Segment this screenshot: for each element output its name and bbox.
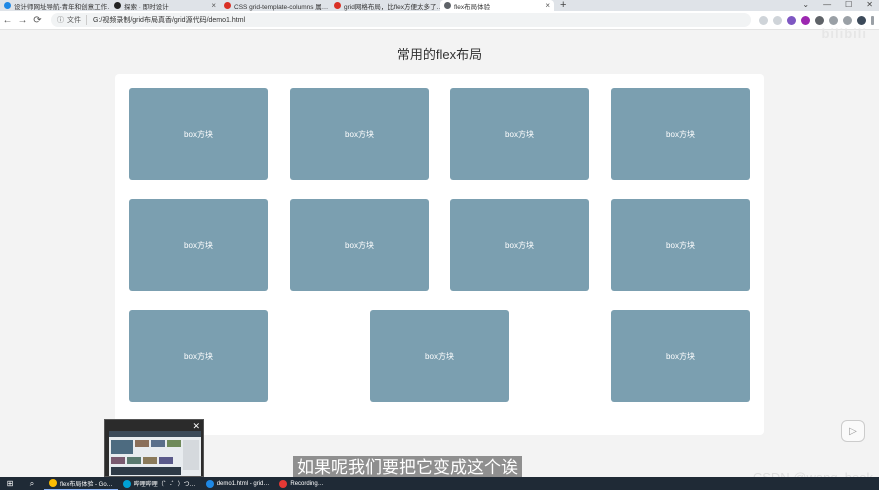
box: box方块 — [290, 199, 429, 291]
windows-start-icon[interactable]: ⊞ — [0, 479, 20, 488]
taskbar-item-label: 哔哩哔哩（゜-゜）つ… — [133, 482, 196, 488]
url-text[interactable]: G:/视频录制/grid布局真香/grid源代码/demo1.html — [93, 15, 245, 25]
maximize-icon[interactable]: ☐ — [845, 0, 852, 9]
close-icon[interactable]: × — [541, 1, 550, 10]
tab-title: flex布局体验 — [454, 3, 491, 11]
tab-title: 探索 · 即时设计 — [124, 3, 169, 11]
preview-thumbnail — [109, 431, 201, 476]
taskbar-item-recording[interactable]: Recording… — [274, 477, 328, 490]
taskbar-item-chrome[interactable]: flex布局体验 - Go… — [44, 477, 118, 490]
globe-icon — [444, 2, 451, 9]
tab-2[interactable]: 探索 · 即时设计 × — [110, 0, 220, 11]
taskbar-item-vscode[interactable]: demo1.html - grid… — [201, 477, 275, 490]
security-label: 文件 — [67, 15, 87, 25]
close-window-icon[interactable]: ✕ — [866, 0, 873, 9]
extension-icon[interactable] — [801, 15, 810, 25]
share-icon[interactable] — [759, 15, 768, 25]
tab-1[interactable]: 设计师网址导航-青年和创意工作… × — [0, 0, 110, 11]
box: box方块 — [129, 310, 268, 402]
record-icon — [279, 479, 288, 488]
box: box方块 — [611, 199, 750, 291]
new-tab-button[interactable]: + — [554, 0, 572, 11]
site-favicon-icon — [114, 2, 121, 9]
forward-arrow-icon[interactable]: → — [15, 15, 30, 26]
extension-icon[interactable] — [815, 15, 824, 25]
box: box方块 — [611, 310, 750, 402]
taskbar-item-bilibili[interactable]: 哔哩哔哩（゜-゜）つ… — [118, 477, 201, 490]
tab-title: CSS grid-template-columns 属… — [234, 3, 329, 11]
page-content: 常用的flex布局 box方块 box方块 box方块 box方块 box方块 … — [0, 30, 879, 477]
reload-icon[interactable]: ⟳ — [30, 15, 45, 26]
avatar[interactable] — [857, 15, 866, 25]
site-favicon-icon — [334, 2, 341, 9]
close-icon[interactable]: × — [207, 1, 216, 10]
bilibili-watermark: bilibili — [821, 26, 867, 41]
tab-4[interactable]: grid网格布局，比flex方便太多了… × — [330, 0, 440, 11]
tab-3[interactable]: CSS grid-template-columns 属… × — [220, 0, 330, 11]
star-icon[interactable] — [773, 15, 782, 25]
box: box方块 — [450, 88, 589, 180]
extensions — [759, 15, 874, 25]
play-icon[interactable]: ▷ — [841, 420, 865, 442]
chevron-down-icon[interactable]: ⌄ — [802, 0, 809, 9]
search-icon[interactable]: ⌕ — [20, 479, 44, 489]
box: box方块 — [370, 310, 509, 402]
puzzle-icon[interactable] — [829, 15, 838, 25]
taskbar: ⊞ ⌕ flex布局体验 - Go… 哔哩哔哩（゜-゜）つ… demo1.htm… — [0, 477, 879, 490]
page-title: 常用的flex布局 — [396, 47, 483, 62]
box: box方块 — [129, 88, 268, 180]
extension-icon[interactable] — [787, 15, 796, 25]
chrome-icon — [49, 479, 57, 487]
vscode-icon — [205, 479, 214, 488]
taskbar-item-label: demo1.html - grid… — [216, 480, 270, 487]
minimize-icon[interactable]: — — [823, 0, 831, 9]
taskbar-item-label: flex布局体验 - Go… — [60, 481, 113, 488]
info-icon[interactable]: ⓘ — [57, 15, 64, 25]
bilibili-icon — [122, 479, 131, 488]
site-favicon-icon — [224, 2, 231, 9]
tab-strip: 设计师网址导航-青年和创意工作… × 探索 · 即时设计 × CSS grid-… — [0, 0, 879, 11]
box: box方块 — [290, 88, 429, 180]
taskbar-item-label: Recording… — [290, 480, 324, 487]
tab-5-active[interactable]: flex布局体验 × — [440, 0, 554, 11]
window-controls: ⌄ — ☐ ✕ — [802, 0, 873, 9]
site-favicon-icon — [4, 2, 11, 9]
sidebar-icon[interactable] — [843, 15, 852, 25]
box: box方块 — [450, 199, 589, 291]
box: box方块 — [129, 199, 268, 291]
tab-title: 设计师网址导航-青年和创意工作… — [14, 3, 110, 11]
flex-container: box方块 box方块 box方块 box方块 box方块 box方块 box方… — [115, 74, 764, 435]
back-arrow-icon[interactable]: ← — [0, 15, 15, 26]
tab-title: grid网格布局，比flex方便太多了… — [344, 3, 440, 11]
address-bar[interactable]: ⓘ 文件 G:/视频录制/grid布局真香/grid源代码/demo1.html — [51, 13, 751, 27]
taskbar-preview[interactable]: ✕ — [104, 419, 204, 477]
menu-icon[interactable] — [871, 15, 874, 25]
box: box方块 — [611, 88, 750, 180]
browser-toolbar: ← → ⟳ ⓘ 文件 G:/视频录制/grid布局真香/grid源代码/demo… — [0, 11, 879, 30]
